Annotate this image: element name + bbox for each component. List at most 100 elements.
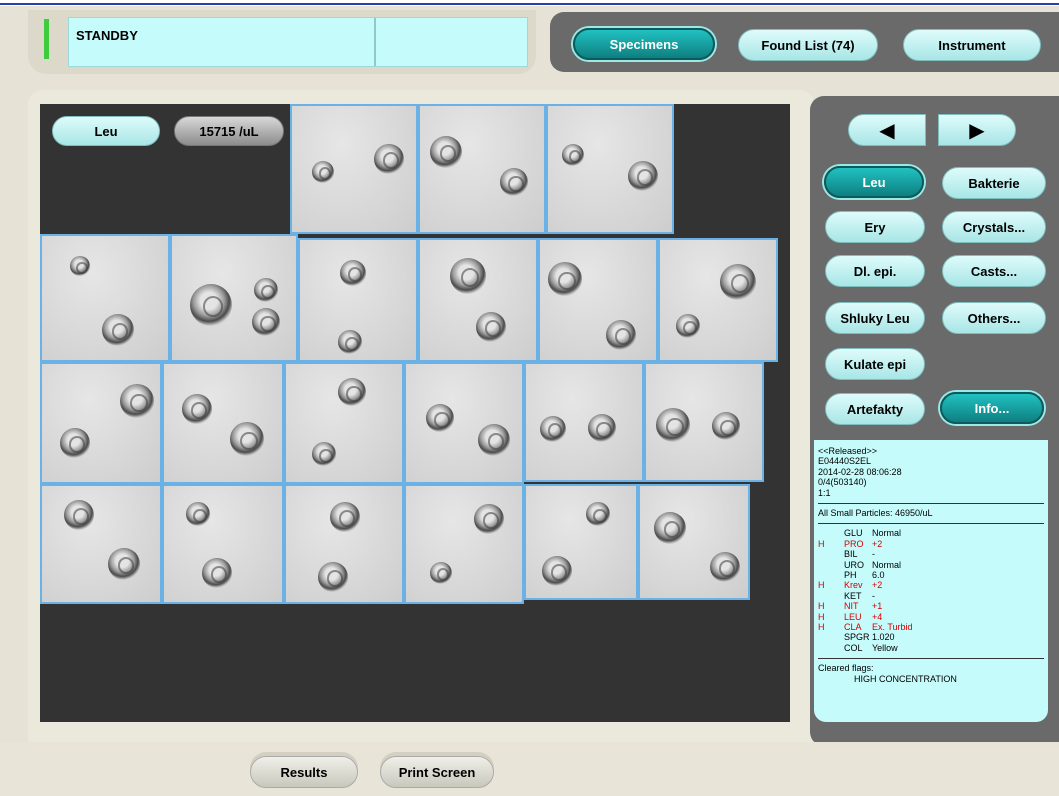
chemistry-value: +2 bbox=[872, 580, 883, 591]
specimen-timestamp: 2014-02-28 08:06:28 bbox=[818, 466, 902, 477]
chemistry-flag bbox=[818, 632, 844, 642]
cell-image bbox=[182, 394, 212, 424]
cell-image bbox=[450, 258, 486, 294]
chemistry-row: H Krev +2 bbox=[818, 580, 1044, 590]
cell-image bbox=[70, 256, 90, 276]
category-name-label: Leu bbox=[52, 116, 160, 146]
chemistry-flag: H bbox=[818, 611, 825, 622]
cell-image bbox=[628, 161, 658, 191]
next-page-button[interactable]: ▶ bbox=[938, 114, 1016, 146]
chemistry-row: H LEU +4 bbox=[818, 612, 1044, 622]
chemistry-flag bbox=[818, 570, 844, 580]
category-button-dl-epi[interactable]: Dl. epi. bbox=[825, 255, 925, 287]
particle-thumbnail[interactable] bbox=[658, 238, 778, 362]
category-button-artefakty[interactable]: Artefakty bbox=[825, 393, 925, 425]
particle-thumbnail[interactable] bbox=[404, 484, 524, 604]
category-button-crystals[interactable]: Crystals... bbox=[942, 211, 1046, 243]
cell-image bbox=[548, 262, 582, 296]
category-button-ery[interactable]: Ery bbox=[825, 211, 925, 243]
cleared-flags-value: HIGH CONCENTRATION bbox=[854, 673, 957, 684]
chemistry-value: +2 bbox=[872, 538, 883, 549]
cell-image bbox=[676, 314, 700, 338]
chemistry-code: Krev bbox=[844, 580, 863, 591]
particle-thumbnail[interactable] bbox=[538, 238, 658, 362]
cell-image bbox=[540, 416, 566, 442]
chemistry-flag: H bbox=[818, 538, 825, 549]
bottom-bar bbox=[0, 742, 1059, 796]
print-screen-button[interactable]: Print Screen bbox=[380, 756, 494, 788]
particle-thumbnail[interactable] bbox=[638, 484, 750, 600]
chemistry-flag: H bbox=[818, 601, 825, 612]
cell-image bbox=[252, 308, 280, 336]
particle-thumbnail[interactable] bbox=[40, 234, 170, 362]
chemistry-value: +1 bbox=[872, 601, 883, 612]
cell-image bbox=[340, 260, 366, 286]
cell-image bbox=[500, 168, 528, 196]
cell-image bbox=[720, 264, 756, 300]
specimen-id: E04440S2EL bbox=[818, 456, 872, 467]
chemistry-value: Normal bbox=[872, 528, 902, 539]
particle-thumbnail[interactable] bbox=[290, 104, 418, 234]
chemistry-row: BIL - bbox=[818, 549, 1044, 559]
tab-specimens[interactable]: Specimens bbox=[573, 28, 715, 60]
particle-thumbnail[interactable] bbox=[546, 104, 674, 234]
chemistry-value: - bbox=[872, 590, 875, 601]
particle-thumbnail[interactable] bbox=[170, 234, 298, 362]
chemistry-row: KET - bbox=[818, 591, 1044, 601]
cell-image bbox=[426, 404, 454, 432]
chemistry-row: SPGR 1.020 bbox=[818, 632, 1044, 642]
particle-thumbnail[interactable] bbox=[524, 484, 638, 600]
chemistry-flag: H bbox=[818, 580, 825, 591]
category-button-bakterie[interactable]: Bakterie bbox=[942, 167, 1046, 199]
tab-found-list[interactable]: Found List (74) bbox=[738, 29, 878, 61]
chemistry-row: GLU Normal bbox=[818, 528, 1044, 538]
results-button[interactable]: Results bbox=[250, 756, 358, 788]
cell-image bbox=[474, 504, 504, 534]
prev-page-button[interactable]: ◀ bbox=[848, 114, 926, 146]
chemistry-flag: H bbox=[818, 621, 825, 632]
tab-instrument[interactable]: Instrument bbox=[903, 29, 1041, 61]
chemistry-code: KET bbox=[844, 590, 862, 601]
cell-image bbox=[476, 312, 506, 342]
particle-thumbnail[interactable] bbox=[404, 362, 524, 484]
chemistry-value: 1.020 bbox=[872, 632, 895, 643]
cell-image bbox=[338, 330, 362, 354]
chemistry-code: PRO bbox=[844, 538, 864, 549]
cell-image bbox=[586, 502, 610, 526]
chemistry-code: SPGR bbox=[844, 632, 870, 643]
concentration-label: 15715 /uL bbox=[174, 116, 284, 146]
dilution: 1:1 bbox=[818, 487, 831, 498]
info-button[interactable]: Info... bbox=[940, 392, 1044, 424]
particle-thumbnail[interactable] bbox=[418, 104, 546, 234]
cell-image bbox=[562, 144, 584, 166]
particle-thumbnail[interactable] bbox=[418, 238, 538, 362]
particle-thumbnail[interactable] bbox=[162, 484, 284, 604]
particle-thumbnail[interactable] bbox=[162, 362, 284, 484]
chemistry-row: H CLA Ex. Turbid bbox=[818, 622, 1044, 632]
cell-image bbox=[588, 414, 616, 442]
particle-thumbnail[interactable] bbox=[298, 238, 418, 362]
particle-thumbnail[interactable] bbox=[40, 484, 162, 604]
chemistry-row: H PRO +2 bbox=[818, 539, 1044, 549]
category-button-shluky-leu[interactable]: Shluky Leu bbox=[825, 302, 925, 334]
category-button-leu[interactable]: Leu bbox=[824, 166, 924, 198]
category-button-kulate-epi[interactable]: Kulate epi bbox=[825, 348, 925, 380]
cell-image bbox=[478, 424, 510, 456]
particle-thumbnail[interactable] bbox=[524, 362, 644, 482]
chemistry-value: Normal bbox=[872, 559, 902, 570]
category-button-casts[interactable]: Casts... bbox=[942, 255, 1046, 287]
chemistry-code: GLU bbox=[844, 528, 863, 539]
status-indicator bbox=[44, 19, 49, 59]
rack-position: 0/4(503140) bbox=[818, 477, 867, 488]
category-button-others[interactable]: Others... bbox=[942, 302, 1046, 334]
chemistry-flag bbox=[818, 549, 844, 559]
particle-thumbnail[interactable] bbox=[284, 484, 404, 604]
particle-thumbnail[interactable] bbox=[644, 362, 764, 482]
cell-image bbox=[606, 320, 636, 350]
particle-thumbnail[interactable] bbox=[40, 362, 162, 484]
top-accent-line bbox=[0, 3, 1059, 5]
cell-image bbox=[542, 556, 572, 586]
particle-thumbnail[interactable] bbox=[284, 362, 404, 484]
chemistry-results: GLU Normal H PRO +2 BIL - URO Normal PH 6.0 H Krev +2… bbox=[818, 528, 1044, 653]
small-particles: All Small Particles: 46950/uL bbox=[818, 508, 933, 519]
